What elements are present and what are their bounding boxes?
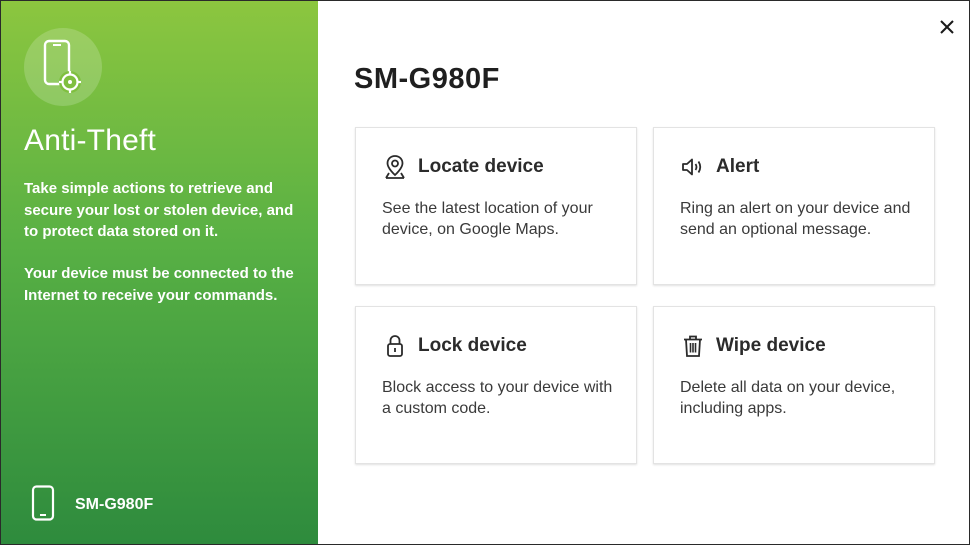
sidebar-title: Anti-Theft (24, 124, 157, 157)
alert-title: Alert (716, 156, 760, 177)
wipe-device-description: Delete all data on your device, includin… (680, 379, 896, 417)
lock-icon (382, 333, 408, 359)
lock-device-title: Lock device (418, 335, 527, 356)
close-button[interactable] (933, 15, 961, 43)
wipe-device-title: Wipe device (716, 335, 826, 356)
locate-device-description: See the latest location of your device, … (382, 200, 593, 238)
phone-locate-icon (24, 28, 102, 106)
location-pin-icon (382, 154, 408, 180)
anti-theft-window: Anti-Theft Take simple actions to retrie… (0, 0, 970, 545)
sidebar-connection-note: Your device must be connected to the Int… (24, 265, 294, 304)
trash-icon (680, 333, 706, 359)
close-icon (939, 19, 955, 40)
lock-device-description: Block access to your device with a custo… (382, 379, 613, 417)
wipe-device-card[interactable]: Wipe device Delete all data on your devi… (653, 306, 935, 464)
device-title: SM-G980F (354, 63, 500, 95)
device-footer: SM-G980F (31, 484, 154, 526)
lock-device-card[interactable]: Lock device Block access to your device … (355, 306, 637, 464)
locate-device-card[interactable]: Locate device See the latest location of… (355, 127, 637, 285)
locate-device-title: Locate device (418, 156, 544, 177)
speaker-icon (680, 154, 706, 180)
device-name-label: SM-G980F (75, 496, 154, 513)
phone-icon (31, 484, 55, 526)
alert-description: Ring an alert on your device and send an… (680, 200, 911, 238)
sidebar-panel: Anti-Theft Take simple actions to retrie… (1, 1, 318, 544)
alert-card[interactable]: Alert Ring an alert on your device and s… (653, 127, 935, 285)
sidebar-description: Take simple actions to retrieve and secu… (24, 180, 294, 240)
